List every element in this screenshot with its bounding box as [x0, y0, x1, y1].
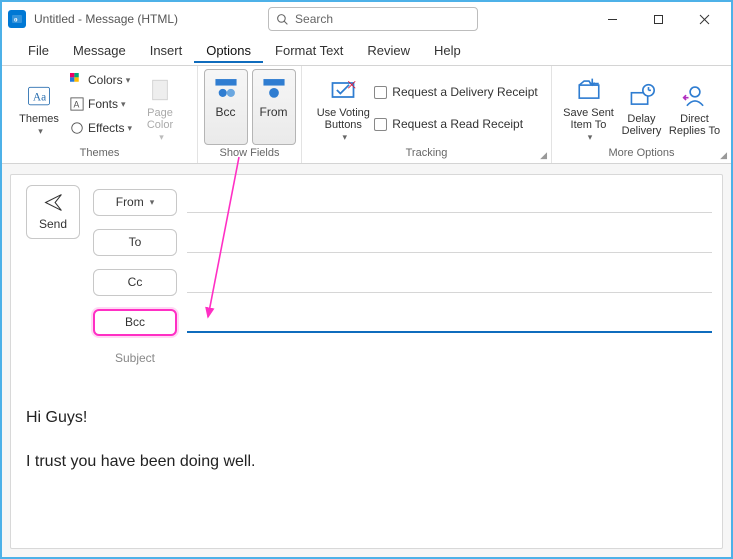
themes-button[interactable]: Aa Themes▾: [16, 69, 62, 145]
svg-text:o: o: [14, 16, 18, 24]
page-color-button[interactable]: Page Color▾: [137, 69, 183, 145]
from-field[interactable]: [187, 191, 712, 213]
close-button[interactable]: [681, 4, 727, 34]
dialog-launcher-icon[interactable]: ◢: [540, 150, 547, 161]
svg-text:Aa: Aa: [33, 91, 46, 103]
group-more-options: Save Sent Item To▾ Delay Delivery Direct…: [552, 66, 731, 163]
group-tracking: Use Voting Buttons▾ Request a Delivery R…: [302, 66, 552, 163]
effects-icon: [70, 121, 84, 135]
minimize-button[interactable]: [589, 4, 635, 34]
menu-bar: File Message Insert Options Format Text …: [2, 36, 731, 66]
body-line: Hi Guys!: [26, 407, 712, 429]
group-label-show-fields: Show Fields: [220, 146, 280, 162]
use-voting-button[interactable]: Use Voting Buttons▾: [315, 69, 371, 145]
send-icon: [44, 193, 63, 212]
menu-options[interactable]: Options: [194, 38, 263, 63]
voting-icon: [328, 75, 358, 105]
delay-icon: [627, 81, 657, 111]
delay-delivery-button[interactable]: Delay Delivery: [617, 69, 667, 145]
colors-button[interactable]: Colors▾: [65, 69, 137, 91]
search-box[interactable]: Search: [268, 7, 478, 31]
from-button[interactable]: From ▾: [93, 189, 177, 216]
cc-field[interactable]: [187, 271, 712, 293]
to-button[interactable]: To: [93, 229, 177, 256]
menu-help[interactable]: Help: [422, 38, 473, 63]
maximize-button[interactable]: [635, 4, 681, 34]
page-color-icon: [145, 75, 175, 105]
effects-button[interactable]: Effects▾: [65, 117, 137, 139]
delivery-receipt-checkbox[interactable]: Request a Delivery Receipt: [374, 81, 537, 103]
direct-replies-icon: [680, 81, 710, 111]
fonts-icon: A: [70, 97, 84, 111]
window-buttons: [589, 4, 727, 34]
dialog-launcher-icon[interactable]: ◢: [720, 150, 727, 161]
checkbox-icon: [374, 86, 387, 99]
menu-review[interactable]: Review: [355, 38, 422, 63]
title-bar: o Untitled - Message (HTML) Search: [2, 2, 731, 36]
menu-file[interactable]: File: [16, 38, 61, 63]
bcc-button[interactable]: Bcc: [93, 309, 177, 336]
group-show-fields: Bcc From Show Fields: [198, 66, 302, 163]
from-icon: [261, 75, 287, 101]
checkbox-icon: [374, 118, 387, 131]
save-sent-button[interactable]: Save Sent Item To▾: [561, 69, 617, 145]
chevron-down-icon: ▾: [150, 197, 155, 208]
send-button[interactable]: Send: [26, 185, 80, 239]
window-title: Untitled - Message (HTML): [34, 12, 178, 26]
menu-message[interactable]: Message: [61, 38, 138, 63]
bcc-icon: [213, 75, 239, 101]
chevron-down-icon: ▾: [38, 125, 43, 137]
outlook-icon: o: [8, 10, 26, 28]
message-body[interactable]: Hi Guys! I trust you have been doing wel…: [26, 407, 712, 474]
colors-icon: [70, 73, 84, 87]
read-receipt-checkbox[interactable]: Request a Read Receipt: [374, 113, 537, 135]
subject-field[interactable]: [177, 347, 712, 369]
body-line: I trust you have been doing well.: [26, 451, 712, 473]
cc-button[interactable]: Cc: [93, 269, 177, 296]
ribbon: Aa Themes▾ Colors▾ A Fonts▾ Effects▾: [2, 66, 731, 164]
group-themes: Aa Themes▾ Colors▾ A Fonts▾ Effects▾: [2, 66, 198, 163]
group-label-tracking: Tracking: [406, 146, 448, 162]
bcc-toggle[interactable]: Bcc: [204, 69, 248, 145]
search-placeholder: Search: [295, 12, 333, 26]
from-toggle[interactable]: From: [252, 69, 296, 145]
menu-insert[interactable]: Insert: [138, 38, 195, 63]
compose-surface: Send From ▾ To Cc Bcc: [10, 174, 723, 549]
to-field[interactable]: [187, 231, 712, 253]
save-sent-icon: [574, 75, 604, 105]
svg-text:A: A: [74, 100, 80, 110]
direct-replies-button[interactable]: Direct Replies To: [667, 69, 723, 145]
group-label-more-options: More Options: [608, 146, 674, 162]
group-label-themes: Themes: [80, 146, 120, 162]
fonts-button[interactable]: A Fonts▾: [65, 93, 137, 115]
bcc-field[interactable]: [187, 311, 712, 333]
subject-label: Subject: [93, 351, 177, 365]
themes-icon: Aa: [24, 81, 54, 111]
menu-format-text[interactable]: Format Text: [263, 38, 355, 63]
